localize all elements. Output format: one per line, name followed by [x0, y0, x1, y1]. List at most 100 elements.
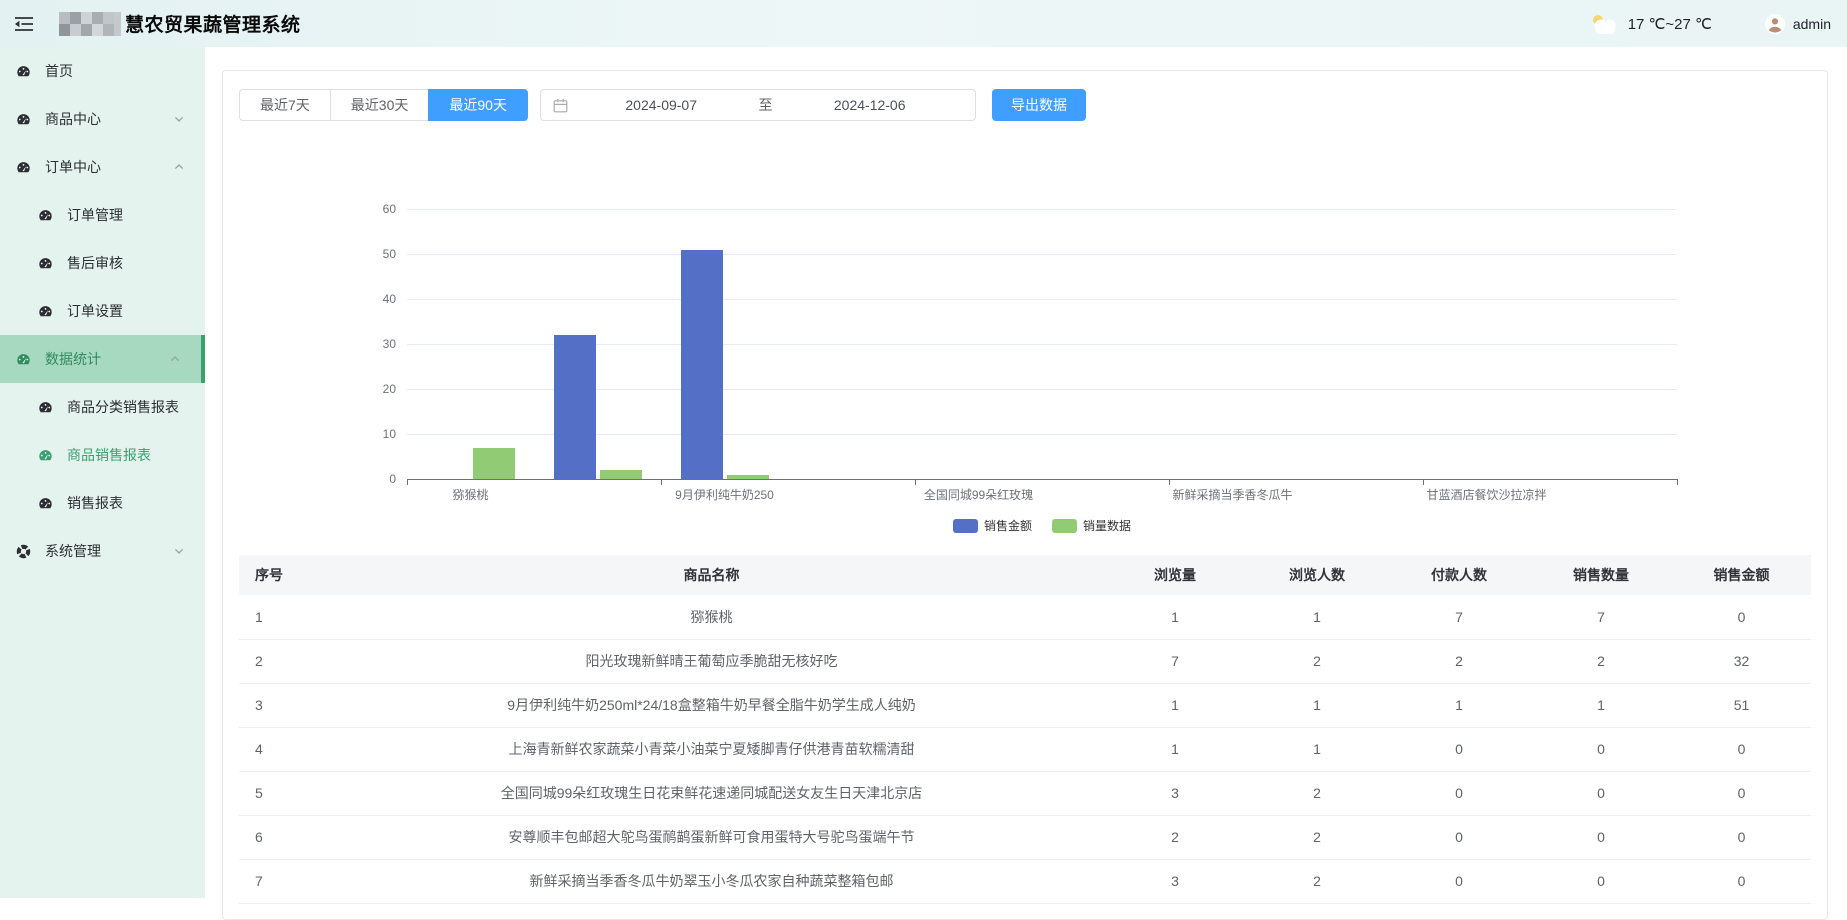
table-row: 7新鲜采摘当季香冬瓜牛奶翠玉小冬瓜农家自种蔬菜整箱包邮32000	[239, 859, 1811, 903]
table-cell: 1	[1104, 595, 1246, 639]
partly-cloudy-icon	[1588, 12, 1620, 36]
gridline	[407, 389, 1677, 390]
sidebar-item-label: 销售报表	[67, 493, 123, 513]
product-sales-table: 序号商品名称浏览量浏览人数付款人数销售数量销售金额 1猕猴桃117702阳光玫瑰…	[239, 555, 1811, 904]
x-axis-tick	[1423, 479, 1424, 485]
sidebar-item-order-management[interactable]: 订单管理	[0, 191, 205, 239]
gauge-icon	[15, 111, 31, 127]
range-button-90d[interactable]: 最近90天	[428, 89, 528, 121]
y-axis-tick-label: 60	[356, 203, 396, 215]
table-cell: 7	[1388, 595, 1530, 639]
table-cell: 0	[1530, 771, 1672, 815]
sidebar-item-product-sales-report[interactable]: 商品销售报表	[0, 431, 205, 479]
x-axis-tick	[1169, 479, 1170, 485]
gauge-icon	[15, 63, 31, 79]
product-name-cell: 9月伊利纯牛奶250ml*24/18盒整箱牛奶早餐全脂牛奶学生成人纯奶	[319, 683, 1104, 727]
sales-bar-chart: 0102030405060猕猴桃9月伊利纯牛奶250全国同城99朵红玫瑰新鲜采摘…	[223, 121, 1827, 555]
gauge-icon	[37, 399, 53, 415]
date-end-value[interactable]: 2024-12-06	[776, 97, 963, 113]
x-axis-tick	[661, 479, 662, 485]
y-axis-tick-label: 30	[356, 338, 396, 350]
sidebar-item-category-sales-report[interactable]: 商品分类销售报表	[0, 383, 205, 431]
table-cell: 32	[1672, 639, 1811, 683]
sidebar-item-order-settings[interactable]: 订单设置	[0, 287, 205, 335]
calendar-icon	[553, 98, 568, 113]
x-axis-tick	[915, 479, 916, 485]
gridline	[407, 434, 1677, 435]
table-row: 2阳光玫瑰新鲜晴王葡萄应季脆甜无核好吃722232	[239, 639, 1811, 683]
legend-swatch	[1052, 519, 1077, 533]
top-header: 慧农贸果蔬管理系统 17 ℃~27 ℃ admin	[0, 0, 1847, 47]
table-cell: 0	[1672, 815, 1811, 859]
range-button-30d[interactable]: 最近30天	[330, 89, 430, 121]
range-button-7d[interactable]: 最近7天	[239, 89, 331, 121]
app-title: 慧农贸果蔬管理系统	[125, 10, 301, 37]
sidebar-item-after-sales-review[interactable]: 售后审核	[0, 239, 205, 287]
bar-sales-volume[interactable]	[600, 470, 642, 479]
chevron-down-icon	[173, 113, 185, 125]
export-data-button[interactable]: 导出数据	[992, 89, 1086, 121]
table-cell: 51	[1672, 683, 1811, 727]
table-cell: 3	[1104, 859, 1246, 903]
table-cell: 0	[1388, 727, 1530, 771]
column-header: 浏览量	[1104, 555, 1246, 595]
table-cell: 0	[1672, 595, 1811, 639]
x-axis-category-label: 甘蓝酒店餐饮沙拉凉拌	[1387, 486, 1587, 503]
table-cell: 4	[239, 727, 319, 771]
bar-sales-volume[interactable]	[473, 448, 515, 480]
range-button-group: 最近7天最近30天最近90天	[239, 89, 528, 121]
sidebar-item-home[interactable]: 首页	[0, 47, 205, 95]
table-cell: 2	[239, 639, 319, 683]
chevron-down-icon	[173, 545, 185, 557]
legend-swatch	[953, 519, 978, 533]
legend-item[interactable]: 销售金额	[953, 517, 1032, 534]
table-cell: 0	[1530, 815, 1672, 859]
date-range-picker[interactable]: 2024-09-07 至 2024-12-06	[540, 89, 976, 121]
user-menu[interactable]: admin	[1764, 13, 1831, 35]
date-start-value[interactable]: 2024-09-07	[568, 97, 755, 113]
column-header: 商品名称	[319, 555, 1104, 595]
legend-label: 销量数据	[1083, 517, 1131, 534]
fold-menu-icon[interactable]	[13, 14, 35, 34]
column-header: 浏览人数	[1246, 555, 1388, 595]
column-header: 销售金额	[1672, 555, 1811, 595]
sidebar: 首页商品中心订单中心订单管理售后审核订单设置数据统计商品分类销售报表商品销售报表…	[0, 47, 205, 898]
table-cell: 1	[1246, 595, 1388, 639]
product-name-cell: 阳光玫瑰新鲜晴王葡萄应季脆甜无核好吃	[319, 639, 1104, 683]
product-name-cell: 新鲜采摘当季香冬瓜牛奶翠玉小冬瓜农家自种蔬菜整箱包邮	[319, 859, 1104, 903]
sidebar-item-product-center[interactable]: 商品中心	[0, 95, 205, 143]
table-cell: 1	[1246, 727, 1388, 771]
bar-sales-amount[interactable]	[554, 335, 596, 479]
sidebar-item-label: 订单中心	[45, 157, 101, 177]
gauge-icon	[37, 495, 53, 511]
table-cell: 0	[1672, 859, 1811, 903]
table-cell: 1	[1530, 683, 1672, 727]
column-header: 销售数量	[1530, 555, 1672, 595]
x-axis-category-label: 猕猴桃	[371, 486, 571, 503]
bar-sales-amount[interactable]	[681, 250, 723, 480]
table-cell: 1	[1388, 683, 1530, 727]
table-cell: 0	[1388, 815, 1530, 859]
sidebar-item-label: 售后审核	[67, 253, 123, 273]
date-separator: 至	[754, 95, 776, 115]
sidebar-item-sales-report[interactable]: 销售报表	[0, 479, 205, 527]
sidebar-menu: 首页商品中心订单中心订单管理售后审核订单设置数据统计商品分类销售报表商品销售报表…	[0, 47, 205, 575]
sidebar-item-label: 商品分类销售报表	[67, 397, 179, 417]
sidebar-item-system-management[interactable]: 系统管理	[0, 527, 205, 575]
sidebar-item-label: 订单管理	[67, 205, 123, 225]
sidebar-item-label: 商品销售报表	[67, 445, 151, 465]
sidebar-item-data-statistics[interactable]: 数据统计	[0, 335, 205, 383]
bar-sales-volume[interactable]	[727, 475, 769, 480]
table-cell: 0	[1672, 771, 1811, 815]
sidebar-item-label: 系统管理	[45, 541, 101, 561]
table-cell: 5	[239, 771, 319, 815]
table-cell: 0	[1530, 727, 1672, 771]
sidebar-item-order-center[interactable]: 订单中心	[0, 143, 205, 191]
legend-item[interactable]: 销量数据	[1052, 517, 1131, 534]
table-cell: 0	[1388, 859, 1530, 903]
table-cell: 2	[1246, 859, 1388, 903]
legend-label: 销售金额	[984, 517, 1032, 534]
table-cell: 2	[1388, 639, 1530, 683]
gridline	[407, 209, 1677, 210]
table-row: 5全国同城99朵红玫瑰生日花束鲜花速递同城配送女友生日天津北京店32000	[239, 771, 1811, 815]
